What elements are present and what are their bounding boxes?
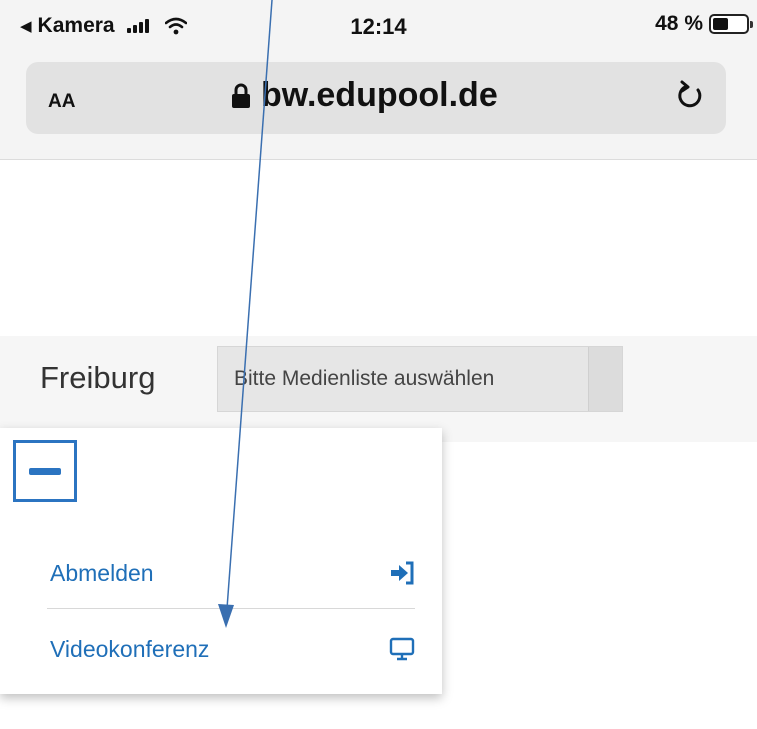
menu-item-label: Videokonferenz: [50, 635, 210, 662]
battery-status: 48 %: [655, 12, 753, 36]
menu-item-logout[interactable]: Abmelden: [50, 548, 415, 598]
status-bar: ◀ Kamera 12:14 48 %: [0, 0, 757, 50]
select-arrow-icon: [588, 347, 622, 411]
battery-fill: [713, 18, 729, 30]
screenshot: ◀ Kamera 12:14 48 % AA bw.edupool.de Fre…: [0, 0, 757, 729]
monitor-icon: [389, 637, 415, 661]
sign-in-icon: [391, 561, 414, 585]
url-display[interactable]: bw.edupool.de: [231, 76, 498, 115]
menu-item-videoconference[interactable]: Videokonferenz: [50, 624, 415, 674]
reload-icon[interactable]: [672, 78, 708, 114]
text-size-label: AA: [48, 91, 76, 112]
lock-icon: [232, 83, 250, 108]
address-bar[interactable]: AA bw.edupool.de: [26, 62, 726, 134]
user-menu-dropdown: Abmelden Videokonferenz: [0, 428, 442, 694]
clock: 12:14: [350, 14, 407, 39]
media-list-select[interactable]: Bitte Medienliste auswählen: [217, 346, 623, 412]
browser-toolbar: AA bw.edupool.de: [0, 50, 757, 160]
media-list-select-value: Bitte Medienliste auswählen: [234, 367, 495, 390]
battery-icon: [709, 14, 753, 34]
collapse-menu-button[interactable]: [13, 440, 77, 502]
menu-item-label: Abmelden: [50, 559, 154, 586]
minus-icon: [29, 468, 61, 475]
url-text: bw.edupool.de: [261, 76, 498, 114]
menu-divider: [47, 608, 415, 609]
city-title: Freiburg: [40, 360, 156, 395]
battery-percentage: 48 %: [655, 12, 703, 35]
text-size-button[interactable]: AA: [48, 82, 75, 114]
